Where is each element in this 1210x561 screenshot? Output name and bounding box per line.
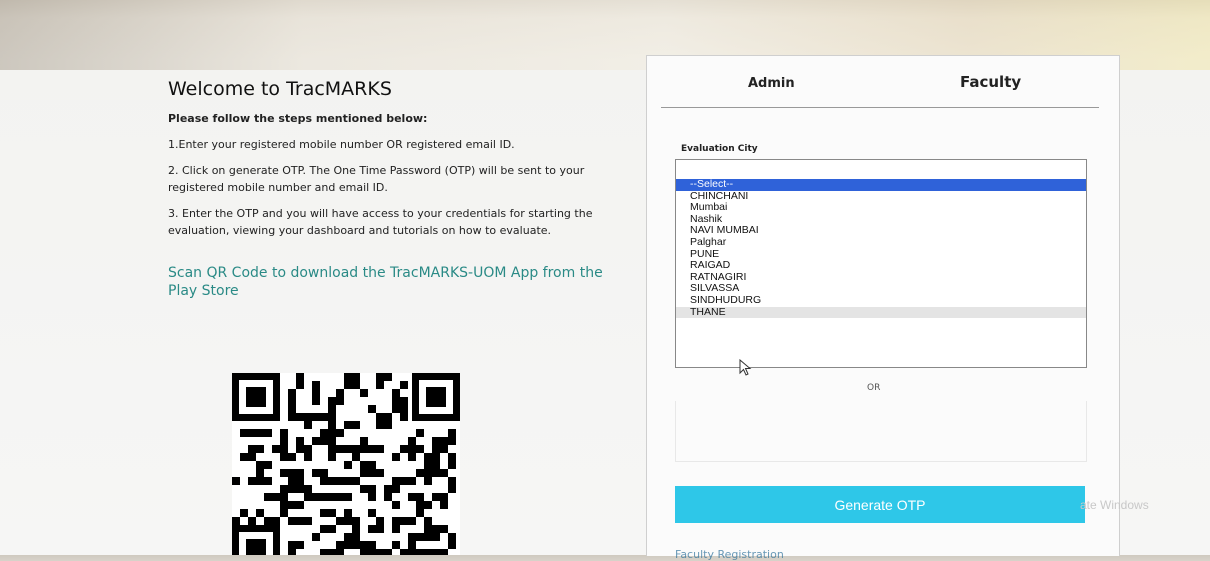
windows-activation-watermark: ate Windows	[1080, 498, 1149, 512]
steps-intro: Please follow the steps mentioned below:	[168, 112, 428, 125]
welcome-section: Welcome to TracMARKS Please follow the s…	[168, 78, 638, 300]
city-option[interactable]: --Select--	[676, 179, 1086, 191]
generate-otp-button[interactable]: Generate OTP	[675, 486, 1085, 523]
login-panel: Admin Faculty Evaluation City --Select--…	[646, 55, 1120, 561]
welcome-title: Welcome to TracMARKS	[168, 78, 392, 100]
city-option[interactable]: RAIGAD	[676, 260, 1086, 272]
city-option[interactable]: CHINCHANI	[676, 190, 1086, 203]
evaluation-city-select[interactable]	[675, 159, 1087, 180]
city-option[interactable]: Palghar	[676, 236, 1086, 249]
step-3: 3. Enter the OTP and you will have acces…	[168, 207, 593, 237]
or-separator: OR	[867, 383, 881, 393]
evaluation-city-label: Evaluation City	[681, 144, 758, 154]
tab-divider	[661, 107, 1099, 108]
city-option[interactable]: SINDHUDURG	[676, 294, 1086, 307]
step-2: 2. Click on generate OTP. The One Time P…	[168, 164, 585, 194]
tab-admin[interactable]: Admin	[748, 76, 795, 91]
city-option[interactable]: NAVI MUMBAI	[676, 225, 1086, 237]
city-option[interactable]: Mumbai	[676, 202, 1086, 214]
qr-instruction: Scan QR Code to download the TracMARKS-U…	[168, 265, 603, 299]
city-option[interactable]: PUNE	[676, 248, 1086, 261]
evaluation-city-dropdown: --Select-- CHINCHANI Mumbai Nashik NAVI MUMB…	[675, 179, 1087, 368]
city-option[interactable]: THANE	[676, 306, 1086, 319]
mouse-cursor-icon	[739, 359, 752, 376]
otp-section	[675, 401, 1087, 462]
step-1: 1.Enter your registered mobile number OR…	[168, 138, 515, 151]
qr-code	[232, 373, 460, 555]
tab-faculty[interactable]: Faculty	[960, 73, 1021, 91]
